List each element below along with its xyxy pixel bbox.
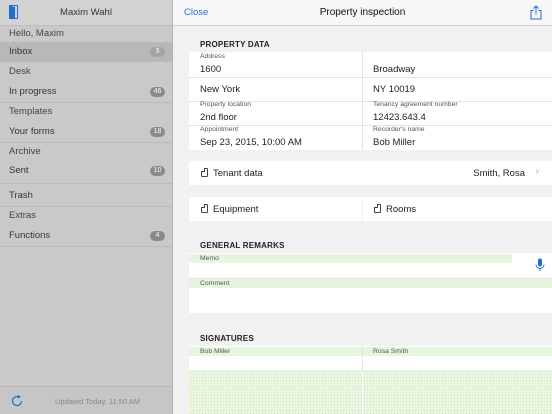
divider — [362, 346, 363, 370]
signature-pad-1[interactable] — [189, 370, 362, 414]
equipment-button[interactable]: Equipment — [189, 197, 362, 221]
sidebar-item-label: Inbox — [9, 46, 33, 57]
document-icon — [374, 204, 381, 213]
signatures-title: SIGNATURES — [200, 334, 254, 343]
count-badge: 3 — [150, 47, 165, 57]
sidebar-item-trash[interactable]: Trash — [0, 186, 172, 206]
signatures-card: Bob Miller Rosa Smith — [189, 346, 552, 414]
tenant-name-value: Smith, Rosa — [473, 168, 525, 179]
page-title: Property inspection — [319, 7, 406, 18]
field-highlight — [189, 279, 552, 288]
sidebar-section-extras: Extras — [9, 210, 36, 221]
property-data-card: Address 1600 Broadway New York NY 10019 … — [189, 52, 552, 150]
address-label: Address — [200, 53, 225, 60]
appointment-field[interactable]: Sep 23, 2015, 10:00 AM — [200, 137, 302, 148]
sidebar-item-in-progress[interactable]: In progress 46 — [0, 82, 172, 102]
signature-pad-2[interactable] — [363, 370, 552, 414]
general-remarks-card: Memo Comment — [189, 253, 552, 313]
sidebar-item-functions[interactable]: Functions 4 — [0, 226, 172, 246]
sidebar-item-sent[interactable]: Sent 10 — [0, 161, 172, 181]
location-label: Property location — [200, 101, 252, 108]
divider — [0, 246, 172, 247]
city-field[interactable]: New York — [200, 84, 240, 95]
document-icon — [201, 204, 208, 213]
sidebar-item-label: In progress — [9, 86, 57, 97]
signer-2-label: Rosa Smith — [373, 348, 409, 355]
sidebar-section-templates: Templates — [9, 106, 53, 117]
last-updated-text: Updated Today, 11:50 AM — [55, 397, 141, 406]
sidebar-item-label: Trash — [9, 190, 33, 201]
street-number-field[interactable]: 1600 — [200, 64, 221, 75]
property-data-title: PROPERTY DATA — [200, 40, 270, 49]
divider — [189, 77, 552, 78]
field-highlight — [189, 254, 512, 263]
street-name-field[interactable]: Broadway — [373, 64, 415, 75]
sidebar-footer: Updated Today, 11:50 AM — [0, 386, 172, 414]
comment-label: Comment — [200, 280, 230, 287]
navbar: Close Property inspection — [173, 0, 552, 26]
chevron-right-icon: › — [535, 166, 539, 177]
sidebar-section-archive: Archive — [9, 146, 41, 157]
tenant-data-label: Tenant data — [213, 168, 263, 179]
sidebar: Maxim Wahl Hello, Maxim Inbox 3 Desk In … — [0, 0, 173, 414]
divider — [0, 183, 172, 184]
sidebar-header: Maxim Wahl — [0, 0, 172, 26]
recorder-field[interactable]: Bob Miller — [373, 137, 415, 148]
count-badge: 18 — [150, 127, 165, 137]
tenancy-label: Tenancy agreement number — [373, 101, 458, 108]
appointment-label: Appointment — [200, 126, 239, 133]
sidebar-item-your-forms[interactable]: Your forms 18 — [0, 122, 172, 142]
user-name: Maxim Wahl — [60, 7, 112, 18]
greeting: Hello, Maxim — [9, 28, 64, 39]
document-icon — [201, 168, 208, 177]
rooms-button[interactable]: Rooms — [363, 197, 552, 221]
signer-1-label: Bob Miller — [200, 348, 231, 355]
rooms-label: Rooms — [386, 204, 417, 215]
sidebar-item-label: Functions — [9, 230, 51, 241]
microphone-icon[interactable] — [534, 258, 546, 272]
location-field[interactable]: 2nd floor — [200, 112, 237, 123]
divider — [189, 125, 552, 126]
comment-field[interactable] — [189, 288, 552, 313]
tenant-data-row[interactable]: Tenant data Smith, Rosa › — [189, 161, 552, 185]
sidebar-section-desk: Desk — [9, 66, 31, 77]
main-panel: Close Property inspection PROPERTY DATA … — [173, 0, 552, 414]
recorder-label: Recorder's name — [373, 126, 425, 133]
equipment-label: Equipment — [213, 204, 259, 215]
memo-field[interactable] — [189, 263, 512, 277]
count-badge: 10 — [150, 166, 165, 176]
sidebar-item-label: Your forms — [9, 126, 55, 137]
state-zip-field[interactable]: NY 10019 — [373, 84, 415, 95]
share-icon[interactable] — [530, 5, 542, 20]
refresh-icon[interactable] — [10, 394, 24, 408]
tenancy-field[interactable]: 12423.643.4 — [373, 112, 426, 123]
general-remarks-title: GENERAL REMARKS — [200, 241, 285, 250]
count-badge: 46 — [150, 87, 165, 97]
memo-label: Memo — [200, 255, 219, 262]
sidebar-item-inbox[interactable]: Inbox 3 — [0, 42, 172, 62]
sidebar-item-label: Sent — [9, 165, 29, 176]
count-badge: 4 — [150, 231, 165, 241]
